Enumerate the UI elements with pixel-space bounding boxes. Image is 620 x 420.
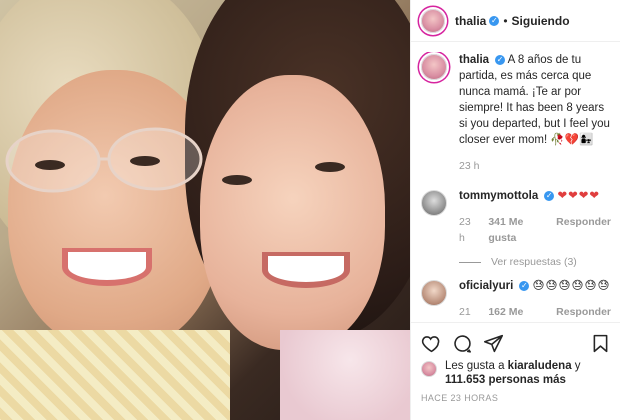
comment-time[interactable]: 23 h	[459, 214, 476, 246]
photo-shirt-right	[280, 330, 410, 420]
caption-meta: 23 h	[459, 158, 611, 174]
bookmark-icon[interactable]	[590, 333, 611, 354]
caption-avatar[interactable]	[421, 54, 447, 80]
verified-badge-icon: ✓	[519, 280, 530, 291]
photo-eye	[130, 156, 160, 166]
liked-by-prefix: Les gusta a	[445, 360, 505, 372]
comment-reply-button[interactable]: Responder	[556, 214, 611, 246]
post-timestamp[interactable]: HACE 23 HORAS	[421, 393, 611, 403]
post-side-panel: thalia ✓ • Siguiendo thalia ✓ A 8 años de…	[410, 0, 620, 420]
photo-smile-right	[262, 252, 350, 288]
verified-badge-icon: ✓	[489, 15, 500, 26]
comment-username[interactable]: oficialyuri	[459, 280, 513, 292]
liked-by-avatar[interactable]	[421, 361, 437, 377]
following-button[interactable]: Siguiendo	[512, 14, 570, 28]
photo-shirt-left	[0, 330, 230, 420]
liked-by-user-link[interactable]: kiaraludena	[508, 360, 572, 372]
likes-count-link[interactable]: 111.653 personas	[445, 374, 540, 386]
share-icon[interactable]	[483, 333, 504, 354]
liked-by: Les gusta a kiaraludena y 111.653 person…	[421, 359, 611, 387]
view-replies-button[interactable]: Ver respuestas (3)	[459, 256, 620, 268]
comment-icon[interactable]	[452, 333, 473, 354]
caption-text: A 8 años de tu partida, es más cerca que…	[459, 54, 610, 146]
photo-smile-left	[62, 248, 152, 286]
caption-time[interactable]: 23 h	[459, 158, 479, 174]
comment-likes[interactable]: 162 Me gusta	[488, 304, 544, 322]
comment-avatar[interactable]	[421, 280, 447, 306]
comment-text: ❤❤❤❤	[557, 190, 600, 202]
comment-text: 😓😓😓😓😓😓	[532, 280, 611, 292]
comment-body: oficialyuri ✓ 😓😓😓😓😓😓 21 h 162 Me gusta Re…	[459, 278, 611, 322]
caption-username[interactable]: thalia	[459, 54, 489, 66]
separator-dot: •	[503, 13, 508, 28]
author-username[interactable]: thalia	[455, 14, 486, 28]
author-avatar[interactable]	[421, 8, 445, 33]
replies-line	[459, 261, 481, 263]
caption-row: thalia ✓ A 8 años de tu partida, es más c…	[411, 52, 620, 174]
comment-meta: 23 h 341 Me gusta Responder	[459, 214, 611, 246]
comment-reply-button[interactable]: Responder	[556, 304, 611, 322]
post-actions: Les gusta a kiaraludena y 111.653 person…	[411, 322, 620, 420]
view-replies-label: Ver respuestas (3)	[491, 256, 577, 268]
liked-by-text: Les gusta a kiaraludena y 111.653 person…	[445, 359, 581, 387]
comment-row: tommymottola ✓ ❤❤❤❤ 23 h 341 Me gusta Res…	[411, 188, 620, 246]
photo-eye	[222, 175, 252, 185]
liked-by-connector: y	[574, 360, 581, 372]
action-icons	[421, 329, 611, 357]
comments-list[interactable]: thalia ✓ A 8 años de tu partida, es más c…	[411, 52, 620, 322]
photo-face-right	[200, 75, 385, 350]
comment-body: tommymottola ✓ ❤❤❤❤ 23 h 341 Me gusta Res…	[459, 188, 611, 246]
photo-eye	[315, 162, 345, 172]
caption-body: thalia ✓ A 8 años de tu partida, es más c…	[459, 52, 611, 174]
verified-badge-icon: ✓	[544, 190, 555, 201]
comment-avatar[interactable]	[421, 190, 447, 216]
comment-row: oficialyuri ✓ 😓😓😓😓😓😓 21 h 162 Me gusta Re…	[411, 278, 620, 322]
photo-eye	[35, 160, 65, 170]
heart-outline-icon[interactable]	[421, 333, 442, 354]
post-photo[interactable]	[0, 0, 410, 420]
comment-meta: 21 h 162 Me gusta Responder	[459, 304, 611, 322]
comment-username[interactable]: tommymottola	[459, 190, 538, 202]
post-header: thalia ✓ • Siguiendo	[411, 0, 620, 42]
likes-count-suffix[interactable]: más	[543, 374, 566, 386]
comment-likes[interactable]: 341 Me gusta	[488, 214, 544, 246]
verified-badge-icon: ✓	[495, 54, 506, 65]
comment-time[interactable]: 21 h	[459, 304, 476, 322]
